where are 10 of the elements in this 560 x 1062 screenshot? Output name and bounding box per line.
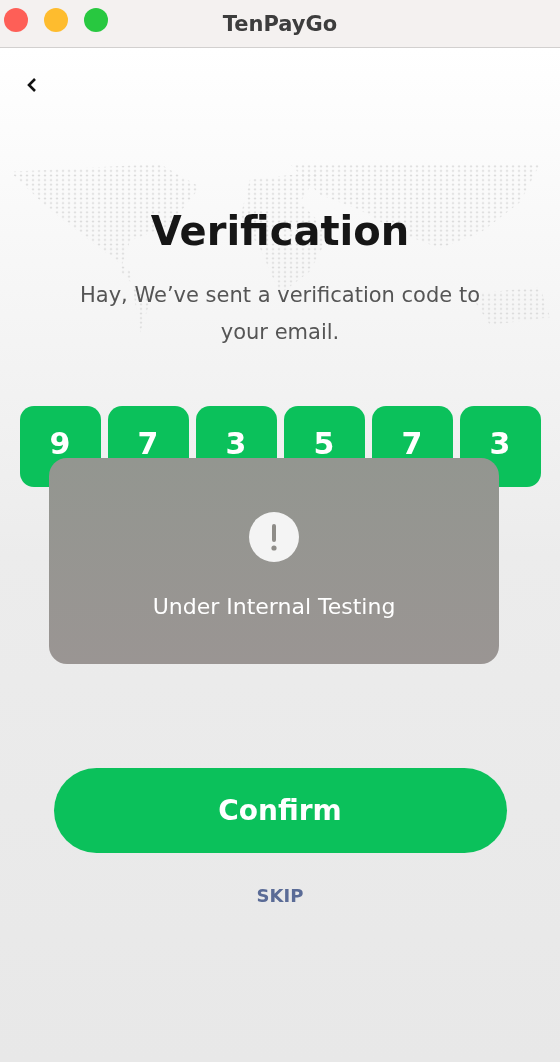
confirm-button[interactable]: Confirm — [53, 768, 507, 853]
toast-text: Under Internal Testing — [152, 594, 396, 619]
minimize-button[interactable] — [44, 8, 68, 32]
message-text: Hay, We’ve sent a verification code to your email. — [79, 282, 481, 346]
skip-link[interactable]: SKIP — [252, 881, 308, 910]
window-title: TenPayGo — [222, 11, 338, 36]
close-button[interactable] — [4, 8, 28, 32]
exclamation-icon — [249, 512, 299, 562]
zoom-button[interactable] — [84, 8, 108, 32]
heading: Verification — [150, 211, 410, 251]
